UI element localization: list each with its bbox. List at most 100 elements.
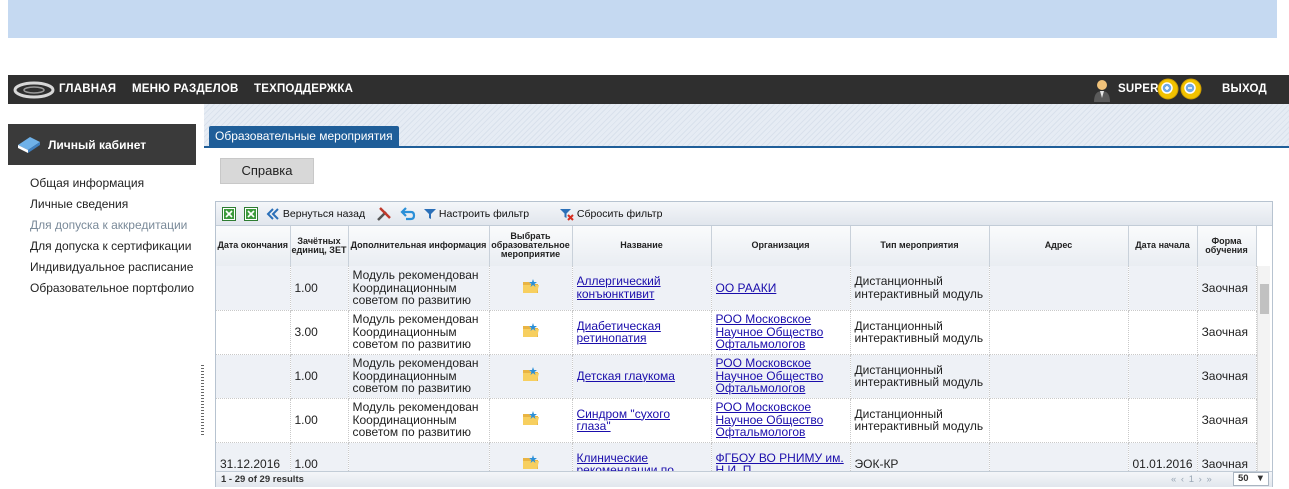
- table-row[interactable]: 1.00 Модуль рекомендован Координационным …: [216, 266, 1257, 311]
- dropdown-arrow-icon: ▼: [1255, 473, 1265, 484]
- sidebar-item-portfolio[interactable]: Образовательное портфолио: [30, 280, 194, 301]
- page-size-select[interactable]: 50 ▼: [1233, 472, 1269, 486]
- select-folder-icon[interactable]: [522, 411, 540, 429]
- panel-splitter[interactable]: [201, 365, 204, 435]
- col-end-date[interactable]: Дата окончания: [216, 226, 291, 267]
- col-event-type[interactable]: Тип мероприятия: [850, 226, 990, 267]
- undo-icon[interactable]: [400, 206, 416, 222]
- cell-end-date: 31.12.2016: [216, 442, 291, 471]
- page-size-value: 50: [1238, 473, 1249, 484]
- info-text: Модуль рекомендован Координационным сове…: [352, 401, 479, 439]
- table-row[interactable]: 31.12.2016 1.00 Клинические рекомендации п…: [216, 442, 1257, 472]
- cell-start-date: [1128, 310, 1198, 355]
- cell-credits: 1.00: [290, 354, 349, 399]
- cell-select-event: [489, 398, 573, 443]
- cell-address: [989, 310, 1129, 355]
- logout-link[interactable]: ВЫХОД: [1222, 83, 1267, 95]
- excel-export-all-icon[interactable]: [244, 207, 258, 221]
- filter-button-label: Настроить фильтр: [438, 208, 530, 220]
- col-select-event[interactable]: Выбрать образовательное мероприятие: [489, 226, 573, 267]
- cell-name: Аллергический конъюнктивит: [572, 266, 712, 311]
- events-grid: Вернуться назад Настроить фильтр Сбросит…: [215, 201, 1273, 487]
- cell-address: [989, 398, 1129, 443]
- sidebar-item-schedule[interactable]: Индивидуальное расписание: [30, 259, 194, 280]
- event-name-link[interactable]: Синдром "сухого глаза": [577, 408, 671, 433]
- cell-organization: ОО РААКИ: [711, 266, 851, 311]
- organization-link[interactable]: РОО Московское Научное Общество Офтальмо…: [716, 357, 824, 395]
- select-folder-icon[interactable]: [522, 367, 540, 385]
- organization-link[interactable]: ОО РААКИ: [716, 282, 777, 295]
- user-name[interactable]: SUPER: [1118, 83, 1159, 95]
- pager[interactable]: « ‹ 1 › »: [1171, 474, 1213, 485]
- grid-header: Дата окончания Зачётных единиц, ЗЕТ Допо…: [216, 226, 1257, 267]
- zoom-out-icon[interactable]: [1180, 78, 1202, 100]
- cell-start-date: [1128, 354, 1198, 399]
- col-address[interactable]: Адрес: [989, 226, 1129, 267]
- nav-sections-menu[interactable]: МЕНЮ РАЗДЕЛОВ: [132, 83, 239, 95]
- col-start-date[interactable]: Дата начала: [1128, 226, 1198, 267]
- info-text: Модуль рекомендован Координационным сове…: [352, 269, 479, 307]
- sidebar-item-personal-data[interactable]: Личные сведения: [30, 196, 194, 217]
- sidebar-header[interactable]: Личный кабинет: [8, 124, 196, 165]
- grid-scrollbar[interactable]: [1257, 266, 1270, 471]
- event-name-link[interactable]: Детская глаукома: [577, 370, 675, 383]
- organization-link[interactable]: ФГБОУ ВО РНИМУ им. Н.И. П: [716, 452, 844, 472]
- organization-link[interactable]: РОО Московское Научное Общество Офтальмо…: [716, 401, 824, 439]
- table-row[interactable]: 1.00 Модуль рекомендован Координационным …: [216, 398, 1257, 443]
- col-name[interactable]: Название: [572, 226, 712, 267]
- help-button[interactable]: Справка: [220, 158, 314, 184]
- cell-study-form: Заочная: [1197, 310, 1257, 355]
- event-name-link[interactable]: Аллергический конъюнктивит: [577, 275, 661, 300]
- nav-home[interactable]: ГЛАВНАЯ: [59, 83, 116, 95]
- cell-credits: 1.00: [290, 442, 349, 471]
- cell-additional-info: [348, 442, 490, 471]
- col-additional-info[interactable]: Дополнительная информация: [348, 226, 490, 267]
- cell-credits: 1.00: [290, 398, 349, 443]
- scrollbar-thumb[interactable]: [1260, 284, 1269, 314]
- logo-icon[interactable]: [12, 80, 56, 100]
- col-organization[interactable]: Организация: [711, 226, 851, 267]
- cell-name: Синдром "сухого глаза": [572, 398, 712, 443]
- event-name-link[interactable]: Клинические рекомендации по: [577, 452, 674, 472]
- info-text: Модуль рекомендован Координационным сове…: [352, 357, 479, 395]
- cell-credits: 1.00: [290, 266, 349, 311]
- cell-event-type: Дистанционный интерактивный модуль: [850, 354, 990, 399]
- reset-filter-button-label: Сбросить фильтр: [576, 208, 663, 220]
- cell-organization: РОО Московское Научное Общество Офтальмо…: [711, 354, 851, 399]
- results-count: 1 - 29 of 29 results: [221, 474, 304, 485]
- sidebar-item-accreditation[interactable]: Для допуска к аккредитации: [30, 217, 194, 238]
- table-row[interactable]: 1.00 Модуль рекомендован Координационным …: [216, 354, 1257, 399]
- excel-export-icon[interactable]: [222, 207, 236, 221]
- sidebar-title: Личный кабинет: [48, 138, 147, 152]
- reset-filter-button[interactable]: Сбросить фильтр: [560, 206, 662, 222]
- cell-additional-info: Модуль рекомендован Координационным сове…: [348, 266, 490, 311]
- cell-study-form: Заочная: [1197, 266, 1257, 311]
- main-navbar: ГЛАВНАЯ МЕНЮ РАЗДЕЛОВ ТЕХПОДДЕРЖКА SUPER…: [8, 75, 1289, 104]
- user-icon: [1094, 80, 1110, 102]
- zoom-in-icon[interactable]: [1157, 78, 1179, 100]
- sidebar-item-general-info[interactable]: Общая информация: [30, 175, 194, 196]
- cell-start-date: [1128, 266, 1198, 311]
- cell-select-event: [489, 266, 573, 311]
- back-button[interactable]: Вернуться назад: [266, 206, 365, 222]
- col-study-form[interactable]: Форма обучения: [1197, 226, 1257, 267]
- event-name-link[interactable]: Диабетическая ретинопатия: [577, 320, 661, 345]
- cell-organization: РОО Московское Научное Общество Офтальмо…: [711, 310, 851, 355]
- select-folder-icon[interactable]: [522, 455, 540, 471]
- cell-select-event: [489, 310, 573, 355]
- grid-footer: 1 - 29 of 29 results « ‹ 1 › » 50 ▼: [216, 471, 1272, 487]
- organization-link[interactable]: РОО Московское Научное Общество Офтальмо…: [716, 313, 824, 351]
- tab-educational-events[interactable]: Образовательные мероприятия: [209, 126, 399, 147]
- select-folder-icon[interactable]: [522, 279, 540, 297]
- reset-filter-icon: [560, 208, 574, 221]
- cell-name: Детская глаукома: [572, 354, 712, 399]
- tools-icon[interactable]: [376, 206, 392, 222]
- nav-support[interactable]: ТЕХПОДДЕРЖКА: [254, 83, 353, 95]
- filter-button[interactable]: Настроить фильтр: [424, 206, 529, 222]
- table-row[interactable]: 3.00 Модуль рекомендован Координационным …: [216, 310, 1257, 355]
- col-credits[interactable]: Зачётных единиц, ЗЕТ: [290, 226, 349, 267]
- select-folder-icon[interactable]: [522, 323, 540, 341]
- sidebar-menu: Общая информация Личные сведения Для доп…: [30, 175, 194, 301]
- cell-end-date: [216, 354, 291, 399]
- sidebar-item-certification[interactable]: Для допуска к сертификации: [30, 238, 194, 259]
